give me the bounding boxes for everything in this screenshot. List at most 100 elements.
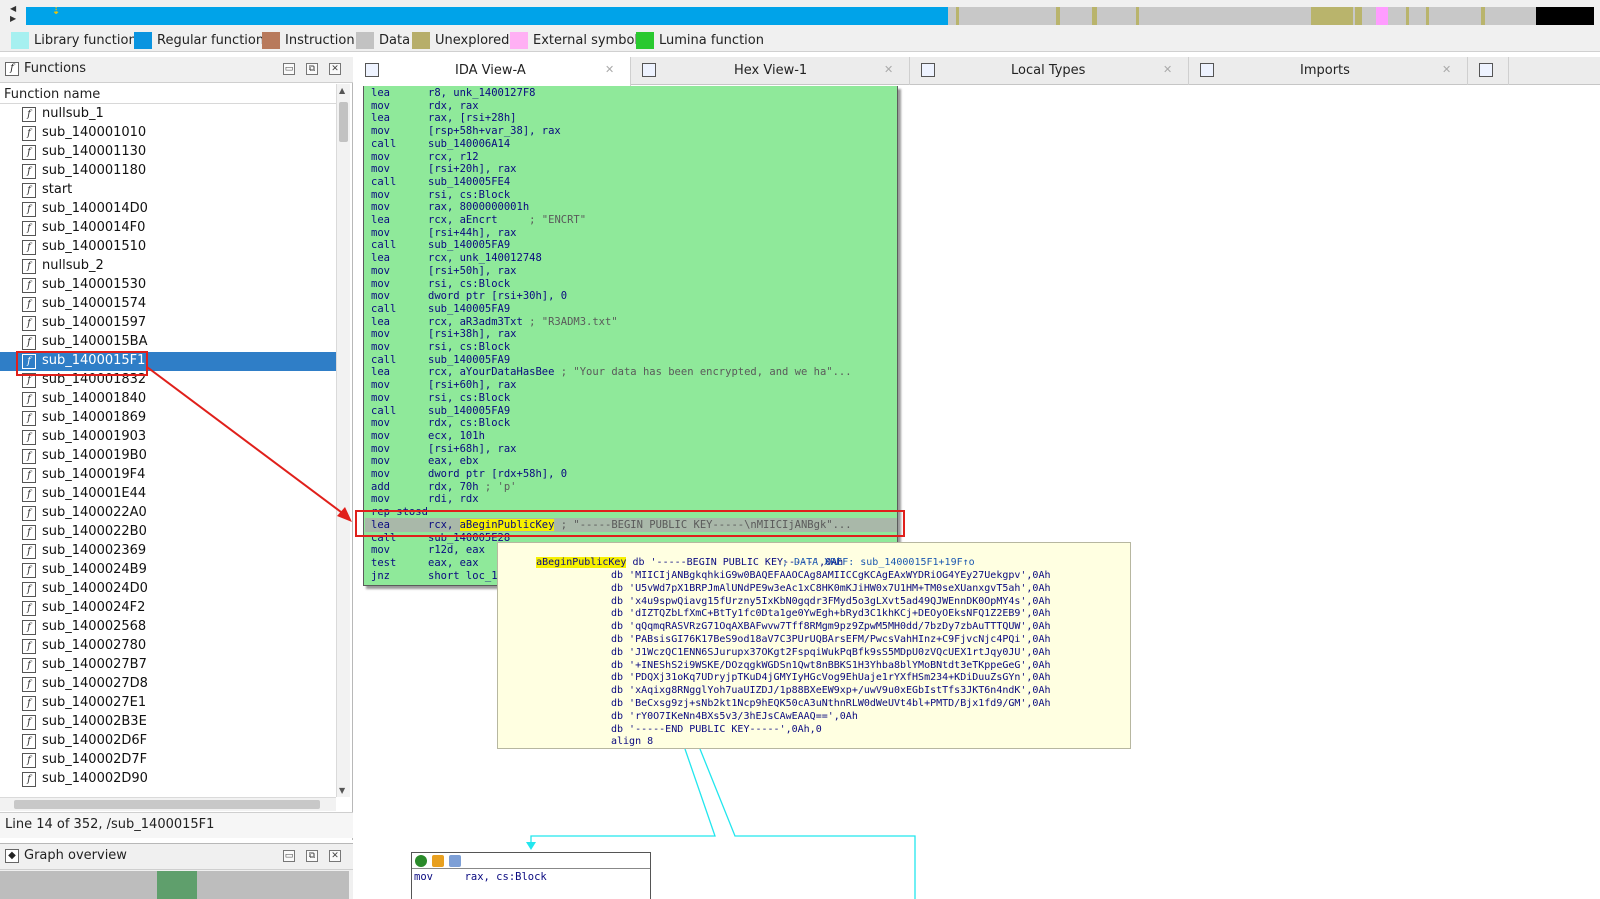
disassembly-line[interactable]: call sub_140005FA9 <box>371 239 510 252</box>
disassembly-line[interactable]: mov [rsi+50h], rax <box>371 265 517 278</box>
function-list-item[interactable]: f sub_1400024D0 <box>0 580 336 599</box>
function-list-item[interactable]: f sub_140001597 <box>0 314 336 333</box>
close-icon[interactable]: ✕ <box>1442 63 1451 76</box>
function-list-item[interactable]: f sub_1400022B0 <box>0 523 336 542</box>
close-icon[interactable]: ✕ <box>1163 63 1172 76</box>
disassembly-line[interactable]: mov dword ptr [rsi+30h], 0 <box>371 290 567 303</box>
next-basic-block[interactable]: mov rax, cs:Block <box>411 852 651 899</box>
block-group-icon[interactable] <box>449 855 461 867</box>
function-list-item[interactable]: f sub_140001832 <box>0 371 336 390</box>
function-list-item[interactable]: f sub_1400015BA <box>0 333 336 352</box>
disassembly-line[interactable]: lea rcx, aYourDataHasBee ; "Your data has… <box>371 366 852 379</box>
function-list-item[interactable]: f sub_140001510 <box>0 238 336 257</box>
close-icon[interactable]: ✕ <box>329 850 341 862</box>
disassembly-line[interactable]: mov [rsi+68h], rax <box>371 443 517 456</box>
function-list-item[interactable]: f sub_1400014F0 <box>0 219 336 238</box>
disassembly-line[interactable]: jnz short loc_1 <box>371 570 498 583</box>
disassembly-line[interactable]: mov [rsi+20h], rax <box>371 163 517 176</box>
disassembly-line[interactable]: mov rdx, cs:Block <box>371 417 510 430</box>
nav-scroll-arrows-icon[interactable]: ◀ ▶ <box>10 4 24 24</box>
function-list-item[interactable]: f sub_1400024F2 <box>0 599 336 618</box>
function-list-item[interactable]: f sub_140002568 <box>0 618 336 637</box>
function-list-item[interactable]: f sub_140001903 <box>0 428 336 447</box>
scroll-up-icon[interactable]: ▲ <box>339 86 349 95</box>
scroll-thumb[interactable] <box>14 800 320 809</box>
disassembly-line[interactable]: mov [rsi+44h], rax <box>371 227 517 240</box>
disassembly-line[interactable]: mov [rsi+60h], rax <box>371 379 517 392</box>
block-color-icon[interactable] <box>415 855 427 867</box>
function-list-item[interactable]: f sub_140001574 <box>0 295 336 314</box>
disassembly-line[interactable]: mov rsi, cs:Block <box>371 392 510 405</box>
close-icon[interactable]: ✕ <box>605 63 614 76</box>
float-icon[interactable]: ⧉ <box>306 63 318 75</box>
disassembly-line[interactable]: lea rcx, aEncrt ; "ENCRT" <box>371 214 586 227</box>
vertical-scrollbar[interactable]: ▲ ▼ <box>336 84 350 797</box>
tab-hex-view-1[interactable]: Hex View-1 ✕ <box>632 57 910 85</box>
minimize-icon[interactable]: ▭ <box>283 63 295 75</box>
disassembly-line[interactable]: lea rcx, aR3adm3Txt ; "R3ADM3.txt" <box>371 316 618 329</box>
function-list-item[interactable]: f sub_140001010 <box>0 124 336 143</box>
function-list-item[interactable]: f sub_140001130 <box>0 143 336 162</box>
disassembly-line[interactable]: call sub_140006A14 <box>371 138 510 151</box>
function-list-item[interactable]: f sub_1400027B7 <box>0 656 336 675</box>
disassembly-line[interactable]: lea rax, [rsi+28h] <box>371 112 517 125</box>
function-list-item[interactable]: f sub_140001869 <box>0 409 336 428</box>
minimize-icon[interactable]: ▭ <box>283 850 295 862</box>
function-list-item[interactable]: f sub_1400019B0 <box>0 447 336 466</box>
disassembly-line[interactable]: mov ecx, 101h <box>371 430 485 443</box>
disassembly-line[interactable]: call sub_140005FA9 <box>371 405 510 418</box>
disassembly-line[interactable]: mov [rsp+58h+var_38], rax <box>371 125 561 138</box>
disassembly-line[interactable]: test eax, eax <box>371 557 479 570</box>
disassembly-line[interactable]: mov rcx, r12 <box>371 151 479 164</box>
function-list-item[interactable]: f sub_1400019F4 <box>0 466 336 485</box>
disassembly-line[interactable]: mov r12d, eax <box>371 544 485 557</box>
disassembly-line[interactable]: lea rcx, unk_140012748 <box>371 252 542 265</box>
block-rename-icon[interactable] <box>432 855 444 867</box>
disassembly-line[interactable]: mov rdi, rdx <box>371 493 479 506</box>
disassembly-line[interactable]: mov rsi, cs:Block <box>371 189 510 202</box>
disassembly-line[interactable]: add rdx, 70h ; 'p' <box>371 481 517 494</box>
function-list-item[interactable]: f sub_1400014D0 <box>0 200 336 219</box>
graph-overview-viewport[interactable] <box>157 871 197 899</box>
disassembly-line[interactable]: mov rax, 8000000001h <box>371 201 529 214</box>
function-list-item[interactable]: f sub_1400022A0 <box>0 504 336 523</box>
disassembly-line[interactable]: mov eax, ebx <box>371 455 479 468</box>
function-list-item[interactable]: f sub_1400024B9 <box>0 561 336 580</box>
tab-more[interactable] <box>1469 57 1509 85</box>
function-name-column-header[interactable]: Function name <box>0 84 336 104</box>
function-list-item[interactable]: f sub_140002D6F <box>0 732 336 751</box>
function-list-item[interactable]: f sub_1400015F1 <box>0 352 336 371</box>
function-list-item[interactable]: f sub_140002D7F <box>0 751 336 770</box>
graph-view[interactable]: lea r8, unk_1400127F8 mov rdx, rax lea rax, [… <box>355 86 1600 899</box>
disassembly-line[interactable]: mov [rsi+38h], rax <box>371 328 517 341</box>
tab-local-types[interactable]: Local Types ✕ <box>911 57 1189 85</box>
disassembly-line[interactable]: mov rsi, cs:Block <box>371 278 510 291</box>
scroll-down-icon[interactable]: ▼ <box>339 786 349 795</box>
function-list-item[interactable]: f nullsub_2 <box>0 257 336 276</box>
close-icon[interactable]: ✕ <box>329 63 341 75</box>
function-list-item[interactable]: f sub_140002780 <box>0 637 336 656</box>
functions-panel-titlebar[interactable]: f Functions ▭ ⧉ ✕ <box>0 57 353 83</box>
horizontal-scrollbar[interactable] <box>0 797 336 811</box>
disassembly-line[interactable]: call sub_140005FA9 <box>371 354 510 367</box>
scroll-thumb[interactable] <box>339 102 348 142</box>
graph-overview-titlebar[interactable]: ◆ Graph overview ▭ ⧉ ✕ <box>0 844 353 870</box>
function-list-item[interactable]: f sub_140001E44 <box>0 485 336 504</box>
function-list-item[interactable]: f sub_140002D90 <box>0 770 336 789</box>
disassembly-line[interactable]: lea r8, unk_1400127F8 <box>371 87 535 100</box>
function-list-item[interactable]: f sub_140001840 <box>0 390 336 409</box>
disassembly-line[interactable]: call sub_140005FA9 <box>371 303 510 316</box>
function-list-item[interactable]: f sub_1400027E1 <box>0 694 336 713</box>
function-list-item[interactable]: f sub_140001180 <box>0 162 336 181</box>
function-list-item[interactable]: f sub_140001530 <box>0 276 336 295</box>
function-list-item[interactable]: f sub_140002369 <box>0 542 336 561</box>
disassembly-line[interactable]: mov dword ptr [rdx+58h], 0 <box>371 468 567 481</box>
disassembly-line[interactable]: call sub_140005FE4 <box>371 176 510 189</box>
function-list-item[interactable]: f sub_1400027D8 <box>0 675 336 694</box>
function-list-item[interactable]: f sub_140002B3E <box>0 713 336 732</box>
function-list-item[interactable]: f start <box>0 181 336 200</box>
function-list-item[interactable]: f nullsub_1 <box>0 105 336 124</box>
disassembly-line[interactable]: mov rsi, cs:Block <box>371 341 510 354</box>
navigation-bar[interactable]: ⇣ <box>26 7 1594 25</box>
tab-imports[interactable]: Imports ✕ <box>1190 57 1468 85</box>
